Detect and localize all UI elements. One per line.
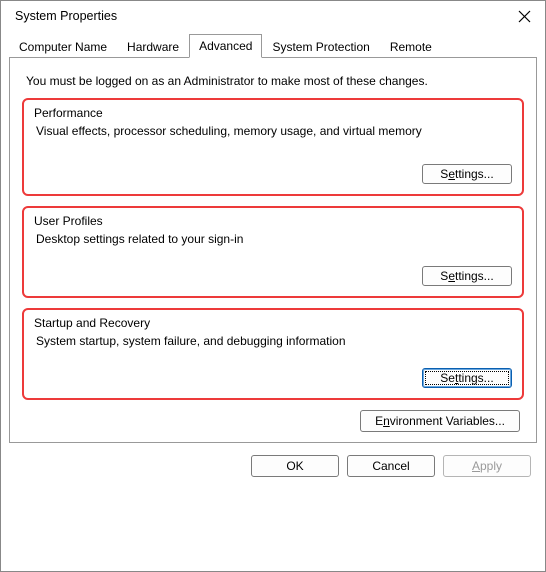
group-startup-recovery: Startup and Recovery System startup, sys… (22, 308, 524, 400)
environment-variables-button[interactable]: Environment Variables... (360, 410, 520, 432)
group-startup-recovery-title: Startup and Recovery (34, 316, 512, 330)
tab-remote[interactable]: Remote (380, 35, 442, 58)
ok-button[interactable]: OK (251, 455, 339, 477)
dialog-button-row: OK Cancel Apply (1, 443, 545, 489)
titlebar: System Properties (1, 1, 545, 29)
group-user-profiles-desc: Desktop settings related to your sign-in (36, 232, 510, 246)
performance-settings-button[interactable]: Settings... (422, 164, 512, 184)
window-title: System Properties (15, 9, 117, 23)
group-performance: Performance Visual effects, processor sc… (22, 98, 524, 196)
close-icon[interactable] (517, 9, 531, 23)
apply-button[interactable]: Apply (443, 455, 531, 477)
cancel-button[interactable]: Cancel (347, 455, 435, 477)
user-profiles-settings-button[interactable]: Settings... (422, 266, 512, 286)
admin-notice: You must be logged on as an Administrato… (26, 74, 520, 88)
startup-recovery-settings-button[interactable]: Settings... (422, 368, 512, 388)
group-performance-desc: Visual effects, processor scheduling, me… (36, 124, 510, 138)
tab-panel-advanced: You must be logged on as an Administrato… (9, 57, 537, 443)
tab-system-protection[interactable]: System Protection (262, 35, 379, 58)
tab-advanced[interactable]: Advanced (189, 34, 262, 58)
group-user-profiles: User Profiles Desktop settings related t… (22, 206, 524, 298)
tab-row: Computer Name Hardware Advanced System P… (9, 33, 537, 57)
group-startup-recovery-desc: System startup, system failure, and debu… (36, 334, 510, 348)
tab-hardware[interactable]: Hardware (117, 35, 189, 58)
group-performance-title: Performance (34, 106, 512, 120)
group-user-profiles-title: User Profiles (34, 214, 512, 228)
tab-computer-name[interactable]: Computer Name (9, 35, 117, 58)
